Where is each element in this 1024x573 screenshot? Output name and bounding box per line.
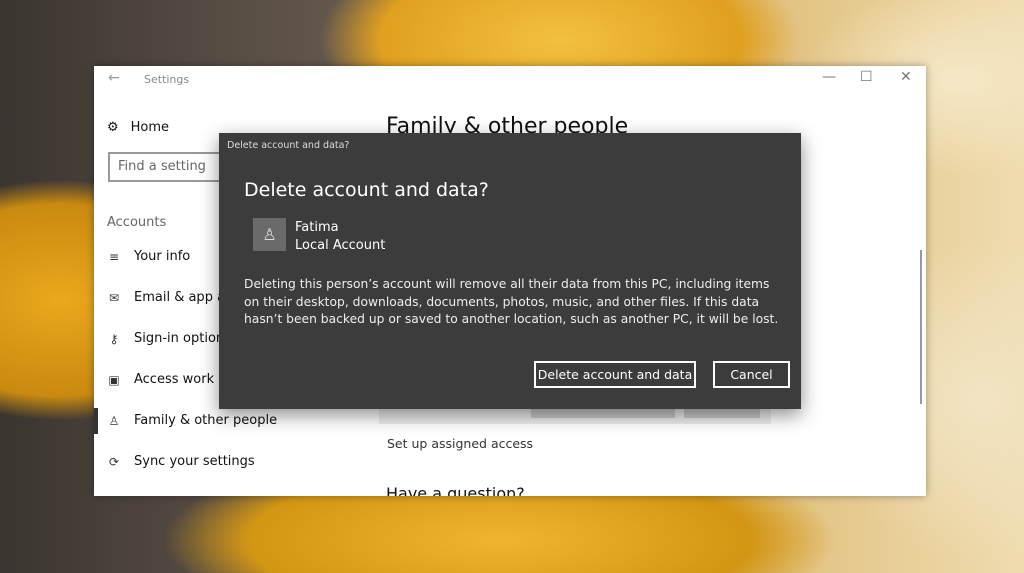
item-label: Family & other people (134, 413, 278, 428)
person-icon: ♙ (108, 413, 120, 428)
maximize-button[interactable]: ☐ (860, 69, 873, 85)
item-label: Sign-in options (134, 331, 231, 346)
home-label: Home (130, 120, 170, 135)
avatar: ♙ (253, 218, 286, 251)
back-arrow-icon[interactable]: ← (108, 70, 120, 86)
person-list-icon: ≡ (108, 249, 120, 264)
person-icon: ♙ (262, 225, 277, 244)
delete-account-dialog: Delete account and data? Delete account … (219, 133, 801, 409)
sidebar-item-your-info[interactable]: ≡ Your info (107, 249, 190, 264)
sync-icon: ⟳ (108, 454, 120, 469)
sidebar-item-family[interactable]: ♙ Family & other people (107, 413, 277, 428)
window-title: Settings (144, 73, 190, 86)
assigned-access-link[interactable]: Set up assigned access (387, 436, 533, 451)
cancel-button[interactable]: Cancel (713, 361, 790, 388)
sidebar-item-sync[interactable]: ⟳ Sync your settings (107, 454, 255, 469)
item-label: Your info (134, 249, 191, 264)
sidebar-home[interactable]: ⚙ Home (107, 120, 169, 135)
category-label: Accounts (107, 215, 167, 230)
delete-account-button[interactable]: Delete account and data (534, 361, 696, 388)
user-name: Fatima (295, 220, 339, 235)
mail-icon: ✉ (108, 290, 120, 305)
scrollbar[interactable] (920, 250, 922, 404)
question-heading: Have a question? (386, 484, 525, 496)
key-icon: ⚷ (109, 331, 119, 346)
close-button[interactable]: ✕ (900, 69, 912, 85)
briefcase-icon: ▣ (108, 372, 120, 387)
gear-icon: ⚙ (107, 120, 119, 135)
user-info: Fatima Local Account (295, 219, 385, 255)
user-type: Local Account (295, 238, 386, 253)
title-bar: ← Settings — ☐ ✕ (94, 66, 926, 92)
item-label: Sync your settings (134, 454, 255, 469)
dialog-heading: Delete account and data? (244, 179, 489, 201)
dialog-titlebar: Delete account and data? (227, 140, 350, 151)
selected-indicator (94, 408, 98, 434)
sidebar-item-sign-in[interactable]: ⚷ Sign-in options (107, 331, 231, 346)
dialog-body: Deleting this person’s account will remo… (244, 277, 779, 326)
minimize-button[interactable]: — (822, 69, 836, 85)
